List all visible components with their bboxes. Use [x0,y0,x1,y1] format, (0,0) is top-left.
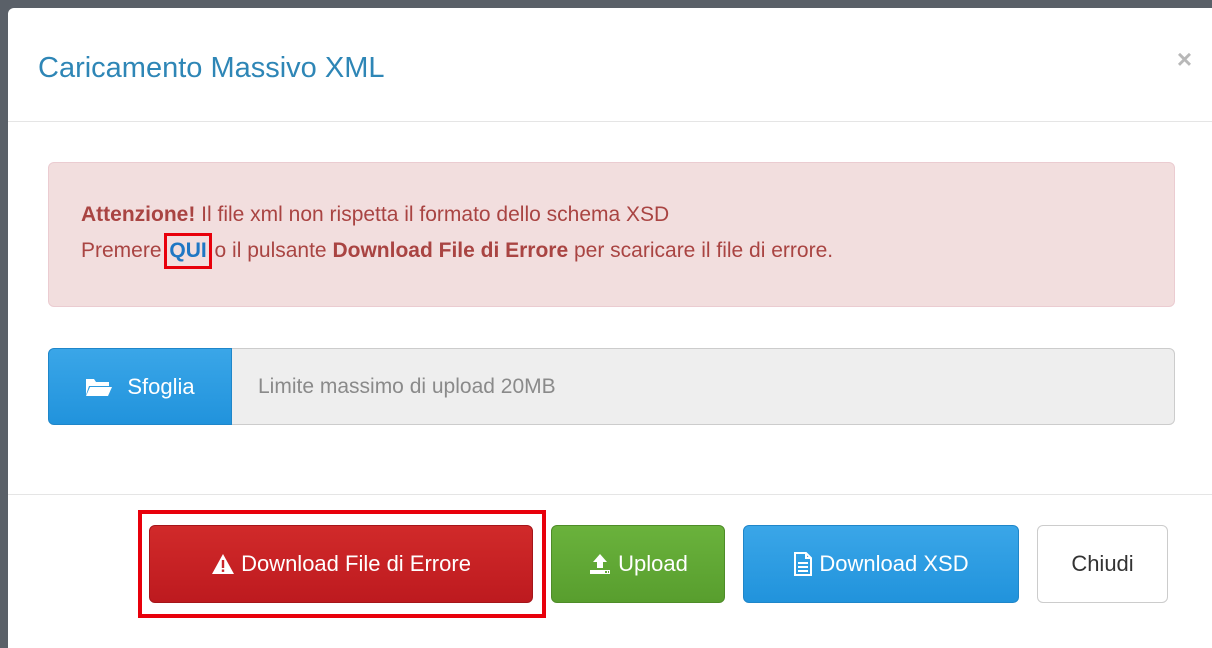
upload-icon [588,553,612,575]
folder-open-icon [85,376,113,398]
file-upload-group: Sfoglia Limite massimo di upload 20MB [48,348,1175,425]
alert-line2-prefix: Premere [81,239,168,262]
alert-line-1: Attenzione! Il file xml non rispetta il … [81,197,1174,233]
upload-label: Upload [618,551,688,576]
modal-footer-divider [8,494,1212,495]
download-xsd-label: Download XSD [819,551,969,576]
browse-button[interactable]: Sfoglia [48,348,232,425]
alert-strong: Attenzione! [81,203,196,226]
close-icon[interactable]: × [1177,46,1192,72]
error-alert: Attenzione! Il file xml non rispetta il … [48,162,1175,307]
modal-title: Caricamento Massivo XML [38,52,385,84]
close-label: Chiudi [1071,551,1134,576]
modal-header: Caricamento Massivo XML × [8,8,1212,122]
file-path-input[interactable]: Limite massimo di upload 20MB [232,348,1175,425]
alert-line2-suffix: per scaricare il file di errore. [568,239,834,262]
alert-line2-bold: Download File di Errore [332,239,569,262]
download-error-link[interactable]: QUI [164,233,212,269]
download-error-button[interactable]: Download File di Errore [149,525,533,603]
close-button[interactable]: Chiudi [1037,525,1168,603]
browse-label: Sfoglia [127,373,195,399]
download-error-label: Download File di Errore [241,551,471,576]
download-xsd-button[interactable]: Download XSD [743,525,1019,603]
warning-icon [211,553,235,575]
alert-line2-middle: o il pulsante [208,239,333,262]
upload-button[interactable]: Upload [551,525,725,603]
file-icon [793,552,813,576]
alert-line1-text: Il file xml non rispetta il formato dell… [195,203,670,226]
alert-line-2: Premere QUI o il pulsante Download File … [81,233,1174,269]
